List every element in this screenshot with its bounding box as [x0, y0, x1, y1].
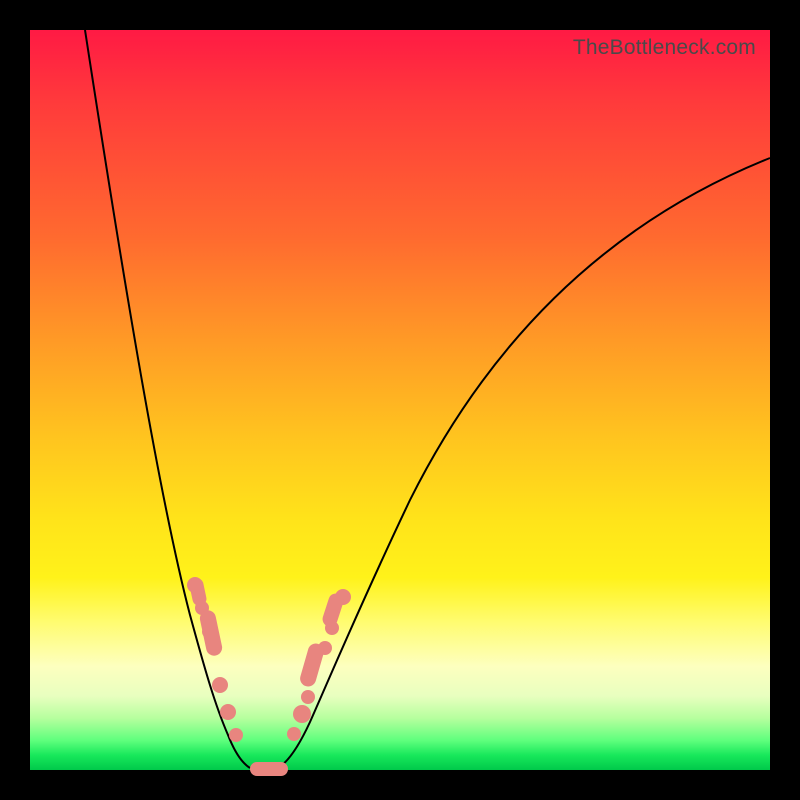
bead — [293, 705, 311, 723]
lozenge — [321, 592, 346, 629]
curve-left-path — [85, 30, 250, 768]
lozenges-right-group — [298, 592, 345, 689]
bottleneck-curve — [30, 30, 770, 770]
lozenges-left-group — [188, 577, 223, 657]
bead — [229, 728, 243, 742]
lozenge — [298, 642, 326, 689]
bead — [287, 727, 301, 741]
chart-frame: TheBottleneck.com — [30, 30, 770, 770]
valley-lozenge — [250, 762, 288, 776]
bead — [220, 704, 236, 720]
bead — [301, 690, 315, 704]
lozenge — [188, 577, 208, 607]
bead — [212, 677, 228, 693]
curve-right-path — [278, 158, 770, 768]
